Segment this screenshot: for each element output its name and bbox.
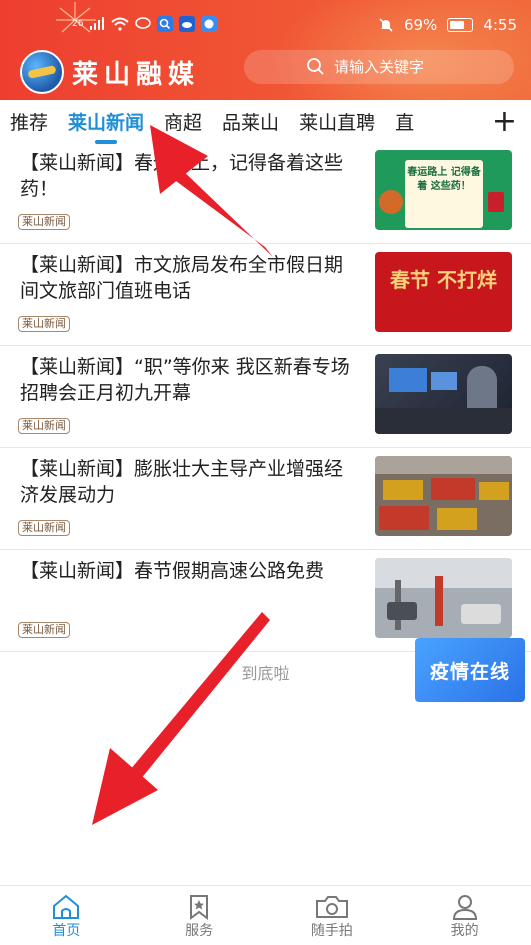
- news-title: 【莱山新闻】“职”等你来 我区新春专场招聘会正月初九开幕: [20, 356, 350, 404]
- search-icon: [307, 58, 324, 75]
- news-thumbnail: 春节 不打烊: [375, 252, 512, 332]
- news-title: 【莱山新闻】市文旅局发布全市假日期间文旅部门值班电话: [20, 254, 344, 302]
- bookmark-star-icon: [190, 895, 209, 920]
- app-header: 26 69% 4:55 莱山融媒: [0, 0, 531, 100]
- message-icon: [135, 17, 152, 29]
- battery-percent: 69%: [403, 16, 438, 34]
- news-thumbnail: [375, 354, 512, 434]
- tab-recommend[interactable]: 推荐: [10, 108, 48, 135]
- camera-icon: [315, 896, 348, 918]
- news-thumbnail: 春运路上 记得备着 这些药！: [375, 150, 512, 230]
- add-tab-icon[interactable]: +: [492, 104, 517, 139]
- battery-icon: [447, 18, 474, 32]
- news-item[interactable]: 【莱山新闻】春节假期高速公路免费 莱山新闻: [0, 550, 531, 652]
- nav-mine[interactable]: 我的: [398, 886, 531, 945]
- nav-home[interactable]: 首页: [0, 886, 133, 945]
- tab-live[interactable]: 直: [395, 108, 414, 135]
- news-tag: 莱山新闻: [18, 622, 70, 638]
- mute-bell-icon: [379, 18, 393, 32]
- news-tag: 莱山新闻: [18, 418, 70, 434]
- news-item[interactable]: 【莱山新闻】市文旅局发布全市假日期间文旅部门值班电话 莱山新闻 春节 不打烊: [0, 244, 531, 346]
- news-title: 【莱山新闻】膨胀壮大主导产业增强经济发展动力: [20, 458, 344, 506]
- category-tabs: 推荐 莱山新闻 商超 品莱山 莱山直聘 直 +: [0, 100, 531, 144]
- status-bar: 26 69% 4:55: [0, 0, 531, 52]
- nav-snapshot[interactable]: 随手拍: [266, 886, 399, 945]
- user-icon: [452, 895, 477, 920]
- network-label: 26: [72, 19, 84, 29]
- tab-laishan-news[interactable]: 莱山新闻: [68, 108, 144, 144]
- news-item[interactable]: 【莱山新闻】膨胀壮大主导产业增强经济发展动力 莱山新闻: [0, 448, 531, 550]
- tab-laishan-jobs[interactable]: 莱山直聘: [299, 108, 375, 135]
- bottom-nav: 首页 服务 随手拍 我的: [0, 885, 531, 945]
- cloud-app-icon: [179, 16, 196, 32]
- news-item[interactable]: 【莱山新闻】“职”等你来 我区新春专场招聘会正月初九开幕 莱山新闻: [0, 346, 531, 448]
- wifi-icon: [111, 17, 130, 31]
- epidemic-online-button[interactable]: 疫情在线: [415, 638, 525, 702]
- signal-icon: [90, 17, 105, 30]
- search-bar[interactable]: [244, 50, 514, 84]
- nav-service[interactable]: 服务: [133, 886, 266, 945]
- nav-label: 我的: [450, 923, 479, 939]
- news-title: 【莱山新闻】春运路上，记得备着这些药！: [20, 152, 344, 200]
- news-tag: 莱山新闻: [18, 316, 70, 332]
- thumb-caption: 春运路上 记得备着 这些药！: [407, 167, 481, 192]
- search-input[interactable]: [332, 57, 486, 77]
- thumb-caption: 春节 不打烊: [390, 268, 497, 292]
- nav-label: 随手拍: [310, 923, 353, 939]
- news-list: 【莱山新闻】春运路上，记得备着这些药！ 莱山新闻 春运路上 记得备着 这些药！ …: [0, 142, 531, 652]
- news-thumbnail: [375, 558, 512, 638]
- app-logo: 莱山融媒: [20, 50, 200, 94]
- home-icon: [53, 894, 80, 919]
- nav-label: 首页: [52, 923, 81, 939]
- app-name: 莱山融媒: [72, 59, 201, 90]
- nav-label: 服务: [185, 923, 214, 939]
- news-thumbnail: [375, 456, 512, 536]
- browser-app-icon: [201, 16, 218, 32]
- tab-pin-laishan[interactable]: 品莱山: [222, 108, 279, 135]
- clock: 4:55: [483, 16, 517, 34]
- tab-mall[interactable]: 商超: [164, 108, 202, 135]
- news-tag: 莱山新闻: [18, 214, 70, 230]
- logo-icon: [20, 50, 64, 94]
- news-item[interactable]: 【莱山新闻】春运路上，记得备着这些药！ 莱山新闻 春运路上 记得备着 这些药！: [0, 142, 531, 244]
- news-tag: 莱山新闻: [18, 520, 70, 536]
- news-title: 【莱山新闻】春节假期高速公路免费: [20, 560, 325, 582]
- search-app-icon: [157, 16, 174, 32]
